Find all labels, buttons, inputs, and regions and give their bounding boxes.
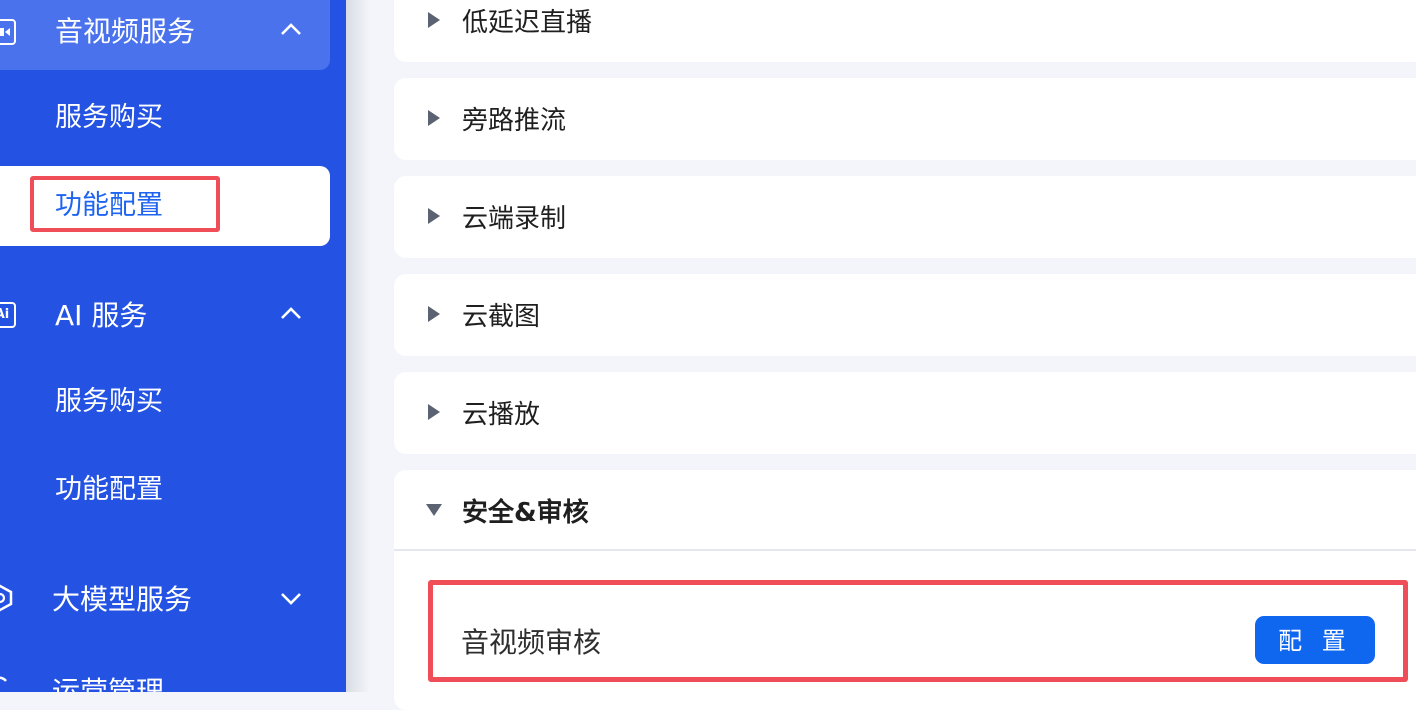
caret-right-icon [428, 110, 440, 126]
configure-button[interactable]: 配 置 [1255, 616, 1375, 664]
caret-down-icon [426, 504, 442, 516]
sidebar-group-llm[interactable]: 大模型服务 [0, 558, 330, 638]
chevron-up-icon [281, 307, 301, 319]
section-title: 云截图 [462, 302, 541, 332]
sidebar-group-av[interactable]: 音视频服务 [0, 0, 330, 70]
section-cloud-playback[interactable]: 云播放 [394, 372, 1416, 454]
sidebar-shadow [346, 0, 370, 692]
sidebar-group-label: 音视频服务 [55, 15, 196, 48]
video-icon [0, 19, 16, 45]
sidebar-item-ai-purchase[interactable]: 服务购买 [55, 382, 163, 422]
hexagon-icon [0, 584, 13, 612]
section-title: 旁路推流 [462, 106, 567, 136]
section-title: 低延迟直播 [462, 8, 593, 38]
section-title: 云端录制 [462, 204, 567, 234]
caret-right-icon [428, 208, 440, 224]
section-bypass-push[interactable]: 旁路推流 [394, 78, 1416, 160]
section-cloud-recording[interactable]: 云端录制 [394, 176, 1416, 258]
sidebar-item-label: 功能配置 [55, 190, 163, 221]
refresh-icon [0, 676, 7, 682]
sidebar-group-ops[interactable]: 运营管理 [0, 650, 330, 692]
ai-icon: Ai [0, 302, 16, 328]
sidebar-group-label: 运营管理 [52, 675, 165, 692]
section-divider [394, 549, 1416, 551]
section-cloud-screenshot[interactable]: 云截图 [394, 274, 1416, 356]
caret-right-icon [428, 12, 440, 28]
sidebar: 音视频服务 服务购买 功能配置 Ai AI 服务 服务购买 功能配置 大模型服务… [0, 0, 346, 692]
chevron-up-icon [281, 23, 301, 35]
sidebar-item-av-purchase[interactable]: 服务购买 [55, 98, 163, 138]
chevron-down-icon [281, 593, 301, 605]
sidebar-group-label: AI 服务 [55, 299, 148, 332]
feature-row-av-review: 音视频审核 配 置 [428, 580, 1408, 682]
sidebar-item-av-config[interactable]: 功能配置 [30, 176, 220, 232]
sidebar-group-ai[interactable]: Ai AI 服务 [0, 274, 330, 354]
section-header[interactable]: 安全&审核 [394, 470, 1416, 550]
section-title: 安全&审核 [462, 498, 589, 528]
sidebar-group-label: 大模型服务 [52, 583, 193, 616]
caret-right-icon [428, 306, 440, 322]
section-low-latency-live[interactable]: 低延迟直播 [394, 0, 1416, 62]
sidebar-item-ai-config[interactable]: 功能配置 [55, 470, 163, 510]
feature-label: 音视频审核 [461, 626, 602, 659]
section-title: 云播放 [462, 400, 541, 430]
main-content: 低延迟直播 旁路推流 云端录制 云截图 云播放 安全&审核 音视频审核 配 置 [346, 0, 1416, 710]
caret-right-icon [428, 404, 440, 420]
